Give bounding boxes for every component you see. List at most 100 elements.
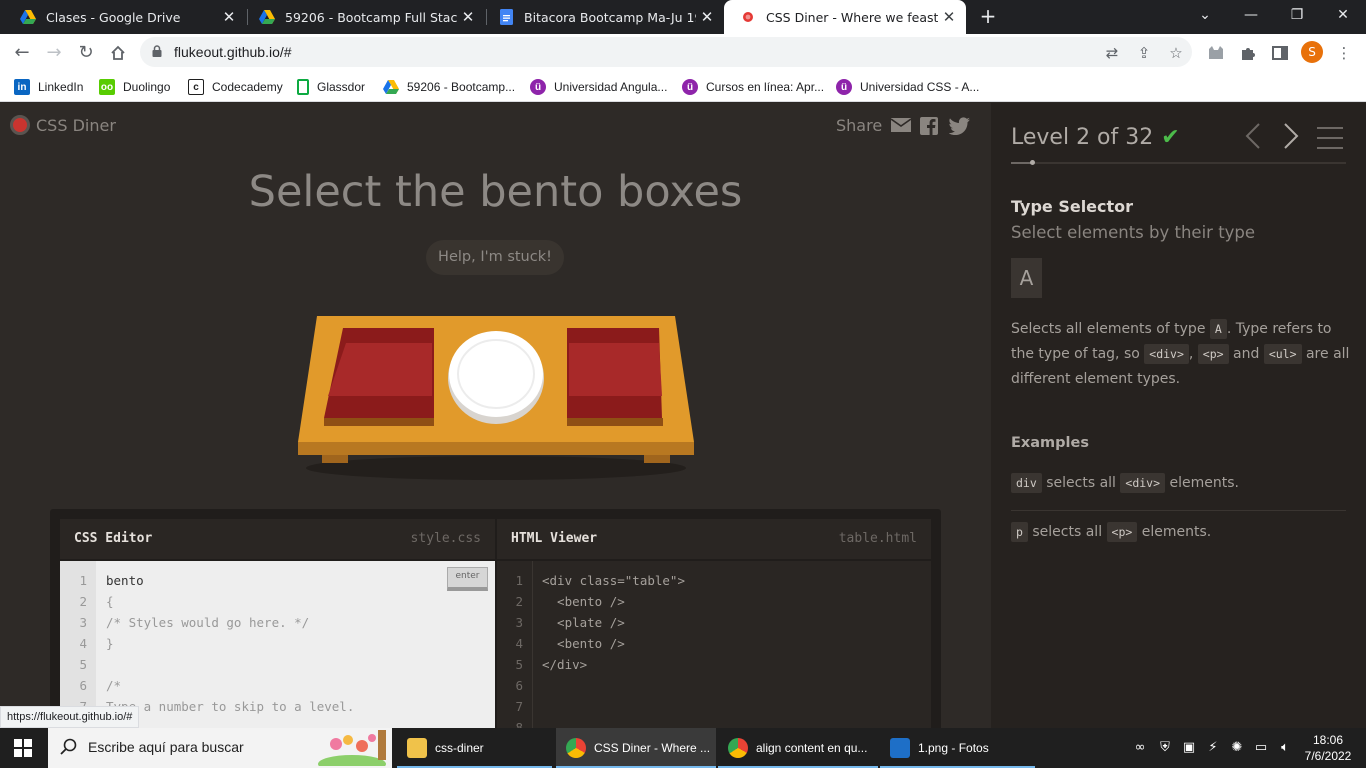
bento-box-1[interactable] [324,328,434,426]
bookmark-universidad-angular[interactable]: ü Universidad Angula... [530,76,667,98]
help-button[interactable]: Help, I'm stuck! [426,240,564,275]
photos-icon [890,738,910,758]
plate[interactable] [448,331,544,424]
power-tray-icon[interactable]: ⚡ [1204,739,1222,757]
google-drive-icon [383,79,399,95]
previous-level-button[interactable] [1245,123,1265,151]
selector-syntax: A [1011,258,1042,298]
taskbar-app-chrome-css-diner[interactable]: CSS Diner - Where ... [556,728,716,768]
close-icon[interactable]: ✕ [218,8,240,26]
tab-bootcamp-drive[interactable]: 59206 - Bootcamp Full Stack Eng ✕ [243,0,485,34]
examples-heading: Examples [1011,435,1089,451]
next-level-button[interactable] [1283,123,1303,151]
level-indicator: Level 2 of 32 [1011,125,1154,150]
bookmark-cursos-en-linea[interactable]: ü Cursos en línea: Apr... [682,76,824,98]
close-icon[interactable]: ✕ [457,8,479,26]
close-icon[interactable]: ✕ [696,8,718,26]
css-selector-input[interactable]: bento [106,573,144,588]
level-header: Level 2 of 32 ✔ [1011,125,1180,150]
game-area: CSS Diner Share Select the bento boxes H… [0,103,991,728]
home-button[interactable] [106,41,130,65]
bookmarks-bar: in LinkedIn oo Duolingo c Codecademy Gla… [0,72,1366,102]
reload-button[interactable]: ↻ [74,41,98,65]
selector-description: Selects all elements of type A. Type ref… [1011,319,1350,387]
html-line-table[interactable]: <div class="table"> [533,573,685,588]
profile-avatar[interactable]: S [1301,41,1323,63]
level-menu-icon[interactable] [1317,127,1343,149]
bookmark-duolingo[interactable]: oo Duolingo [99,76,170,98]
address-bar[interactable]: flukeout.github.io/# ⇄ ⇪ ☆ [140,37,1192,67]
windows-start-button[interactable] [14,739,32,757]
chrome-icon [566,738,586,758]
new-tab-button[interactable]: + [976,4,1000,28]
bento-box-2[interactable] [567,328,663,426]
level-instruction: Select the bento boxes [248,167,743,217]
email-icon[interactable] [890,117,912,135]
extensions-puzzle-icon[interactable] [1238,43,1258,63]
selector-title: Select elements by their type [1011,223,1256,242]
tab-bitacora-docs[interactable]: Bitacora Bootcamp Ma-Ju 19hs - ✕ [482,0,724,34]
back-button[interactable]: ← [10,41,34,65]
network-icon[interactable]: ▭ [1252,739,1270,757]
url-text: flukeout.github.io/# [174,44,292,60]
taskbar-clock[interactable]: 18:06 7/6/2022 [1296,732,1360,764]
udemy-icon: ü [682,79,698,95]
side-panel-icon[interactable] [1270,43,1290,63]
lock-icon[interactable] [152,45,162,57]
html-line-bento[interactable]: <bento /> [533,594,625,609]
linkedin-icon: in [14,79,30,95]
bookmark-bootcamp-drive[interactable]: 59206 - Bootcamp... [383,76,515,98]
tab-google-drive-clases[interactable]: Clases - Google Drive ✕ [4,0,246,34]
close-icon[interactable]: ✕ [938,8,960,26]
code-line: Type a number to skip to a level. [106,699,355,714]
bookmark-star-icon[interactable]: ☆ [1167,44,1185,62]
taskbar-app-photos[interactable]: 1.png - Fotos [880,728,1035,768]
chrome-menu-icon[interactable]: ⋮ [1334,43,1354,63]
facebook-icon[interactable] [920,116,940,135]
code-line: } [106,636,114,651]
code-line: /* Styles would go here. */ [106,615,310,630]
twitter-icon[interactable] [948,116,971,135]
bookmark-glassdoor[interactable]: Glassdor [297,76,365,98]
extension-cat-icon[interactable] [1206,43,1226,63]
app-tray-icon[interactable]: ✺ [1228,739,1246,757]
level-progress-fill [1011,162,1032,164]
checkmark-icon: ✔ [1161,125,1180,150]
tab-search-icon[interactable]: ⌄ [1182,0,1228,30]
security-tray-icon[interactable]: ⛨ [1156,739,1174,757]
css-editor-input[interactable]: 1 2 3 4 5 6 7 bento { /* Styles would go… [60,561,495,728]
duolingo-icon: oo [99,79,115,95]
browser-toolbar: ← → ↻ flukeout.github.io/# ⇄ ⇪ ☆ S ⋮ [0,34,1366,72]
bookmark-universidad-css[interactable]: ü Universidad CSS - A... [836,76,979,98]
volume-icon[interactable]: 🔈︎ [1276,739,1294,757]
html-line-bento[interactable]: <bento /> [533,636,625,651]
udemy-icon: ü [836,79,852,95]
forward-button[interactable]: → [42,41,66,65]
device-tray-icon[interactable]: ▣ [1180,739,1198,757]
css-diner-logo[interactable]: CSS Diner [10,115,116,135]
bookmark-linkedin[interactable]: in LinkedIn [14,76,83,98]
code-tag: <div> [1144,344,1189,364]
translate-icon[interactable]: ⇄ [1103,44,1121,62]
enter-button[interactable]: enter [447,567,488,591]
bookmark-codecademy[interactable]: c Codecademy [188,76,283,98]
taskbar-app-explorer[interactable]: css-diner [397,728,552,768]
taskbar-app-chrome-align[interactable]: align content en qu... [718,728,878,768]
level-progress-knob [1029,160,1035,165]
restore-button[interactable]: ❐ [1274,0,1320,30]
css-editor-header: CSS Editor style.css [60,519,495,559]
example-divider [1011,510,1346,511]
example-item: div selects all <div> elements. [1011,473,1346,493]
google-drive-icon [259,9,275,25]
close-window-button[interactable]: ✕ [1320,0,1366,30]
code-line: { [106,594,114,609]
link-tray-icon[interactable]: ∞ [1131,739,1149,757]
minimize-button[interactable]: — [1228,0,1274,30]
html-viewer: 1 2 3 4 5 6 7 8 <div class="table"> <ben… [497,561,931,728]
taskbar-search-input[interactable]: Escribe aquí para buscar [48,728,392,768]
windows-taskbar: Escribe aquí para buscar css-diner CSS D… [0,728,1366,768]
html-line-plate[interactable]: <plate /> [533,615,625,630]
css-diner-icon [740,9,756,25]
tab-css-diner[interactable]: CSS Diner - Where we feast on C ✕ [724,0,966,34]
share-page-icon[interactable]: ⇪ [1135,44,1153,62]
